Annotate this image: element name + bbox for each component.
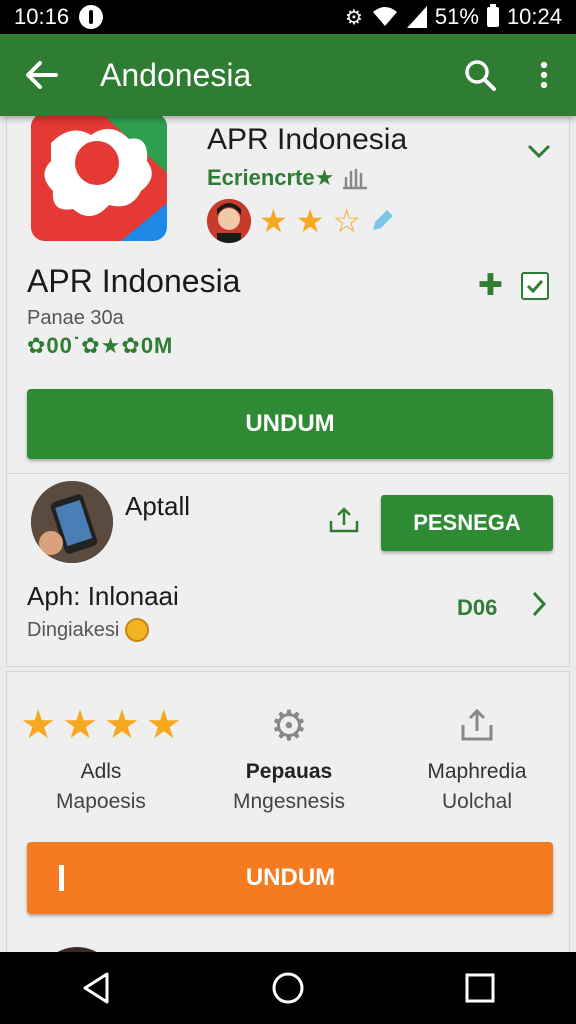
status-bar: 10:16 ⚙ 51% 10:24 bbox=[0, 0, 576, 34]
app-meta: ✿00˙✿★✿0M bbox=[27, 333, 174, 358]
app-icon[interactable] bbox=[31, 116, 167, 241]
row-subtitle: Dingiakesi bbox=[27, 618, 120, 641]
hand-icon bbox=[343, 168, 368, 190]
status-time-left: 10:16 bbox=[14, 4, 70, 29]
search-button[interactable] bbox=[448, 34, 512, 116]
divider bbox=[7, 473, 569, 474]
stars-icon: ★ ★ ★ ★ bbox=[20, 703, 182, 747]
settings-status-icon: ⚙ bbox=[344, 6, 363, 29]
square-recents-icon bbox=[465, 973, 495, 1003]
app-bar: Andonesia bbox=[0, 34, 576, 116]
app-subtitle: Panae 30a bbox=[27, 307, 124, 329]
chevron-right-icon bbox=[532, 591, 547, 617]
arrow-back-icon bbox=[26, 61, 58, 89]
stat-settings[interactable]: ⚙ Pepauas Mngesnesis bbox=[195, 702, 383, 814]
stats-card: ★ ★ ★ ★ Adls Mapoesis ⚙ Pepauas Mngesnesis … bbox=[6, 671, 570, 952]
stat-sublabel: Uolchal bbox=[441, 790, 513, 813]
nav-home-button[interactable] bbox=[228, 952, 348, 1024]
notification-icon bbox=[79, 5, 104, 29]
app-detail-card: APR Indonesia Ecriencrte★ ★ ★ ☆ APR Indo… bbox=[6, 116, 570, 667]
related-action-button[interactable]: PESNEGA bbox=[381, 495, 553, 551]
star-outline-icon: ☆ bbox=[332, 203, 362, 239]
app-header-title: APR Indonesia bbox=[207, 123, 408, 156]
add-icon[interactable]: ✚ bbox=[478, 268, 503, 303]
share-icon bbox=[329, 507, 359, 533]
stat-sublabel: Mngesnesis bbox=[232, 790, 346, 813]
orange-button-label: UNDUM bbox=[245, 864, 336, 891]
share-button[interactable] bbox=[327, 505, 361, 540]
nav-recents-button[interactable] bbox=[420, 952, 540, 1024]
stat-label: Pepauas bbox=[245, 760, 333, 783]
battery-percent: 51% bbox=[434, 4, 479, 29]
back-button[interactable] bbox=[0, 34, 84, 116]
pencil-icon[interactable] bbox=[369, 208, 395, 234]
developer-avatar bbox=[207, 199, 251, 243]
overflow-menu-button[interactable] bbox=[512, 34, 576, 116]
status-time-right: 10:24 bbox=[506, 4, 562, 29]
row-chevron-button[interactable] bbox=[531, 591, 547, 622]
nav-back-button[interactable] bbox=[36, 952, 156, 1024]
content-scroll[interactable]: APR Indonesia Ecriencrte★ ★ ★ ☆ APR Indo… bbox=[0, 116, 576, 952]
stat-label: Adls bbox=[80, 760, 122, 783]
stat-label: Maphredia bbox=[427, 760, 527, 783]
stat-ratings[interactable]: ★ ★ ★ ★ Adls Mapoesis bbox=[7, 702, 195, 814]
emoji-icon bbox=[125, 618, 150, 642]
battery-icon bbox=[486, 4, 499, 27]
app-bar-title: Andonesia bbox=[100, 56, 252, 93]
chevron-down-icon bbox=[527, 144, 551, 159]
more-vert-icon bbox=[540, 61, 548, 89]
developer-name[interactable]: Ecriencrte★ bbox=[207, 165, 334, 191]
triangle-back-icon bbox=[83, 972, 109, 1004]
row-size: D06 bbox=[457, 595, 498, 620]
related-app-name[interactable]: Aptall bbox=[125, 491, 190, 522]
checkbox[interactable] bbox=[521, 271, 549, 300]
stat-sublabel: Mapoesis bbox=[56, 790, 146, 813]
share-icon bbox=[461, 708, 493, 741]
orange-install-button[interactable]: UNDUM bbox=[27, 842, 553, 914]
related-app-image[interactable] bbox=[31, 481, 113, 563]
app-title: APR Indonesia bbox=[27, 263, 241, 299]
wifi-icon bbox=[372, 7, 397, 26]
row-title: Aph: Inlonaai bbox=[27, 581, 179, 611]
signal-icon bbox=[406, 6, 427, 28]
stat-share[interactable]: Maphredia Uolchal bbox=[383, 702, 571, 814]
circle-home-icon bbox=[272, 972, 304, 1004]
install-button[interactable]: UNDUM bbox=[27, 389, 553, 459]
check-icon bbox=[526, 279, 544, 293]
search-icon bbox=[465, 60, 496, 91]
gear-icon: ⚙ bbox=[270, 701, 308, 749]
navigation-bar bbox=[0, 952, 576, 1024]
star-full-icon: ★ bbox=[259, 203, 288, 239]
expand-button[interactable] bbox=[527, 143, 551, 164]
star-full-icon: ★ bbox=[295, 203, 325, 239]
